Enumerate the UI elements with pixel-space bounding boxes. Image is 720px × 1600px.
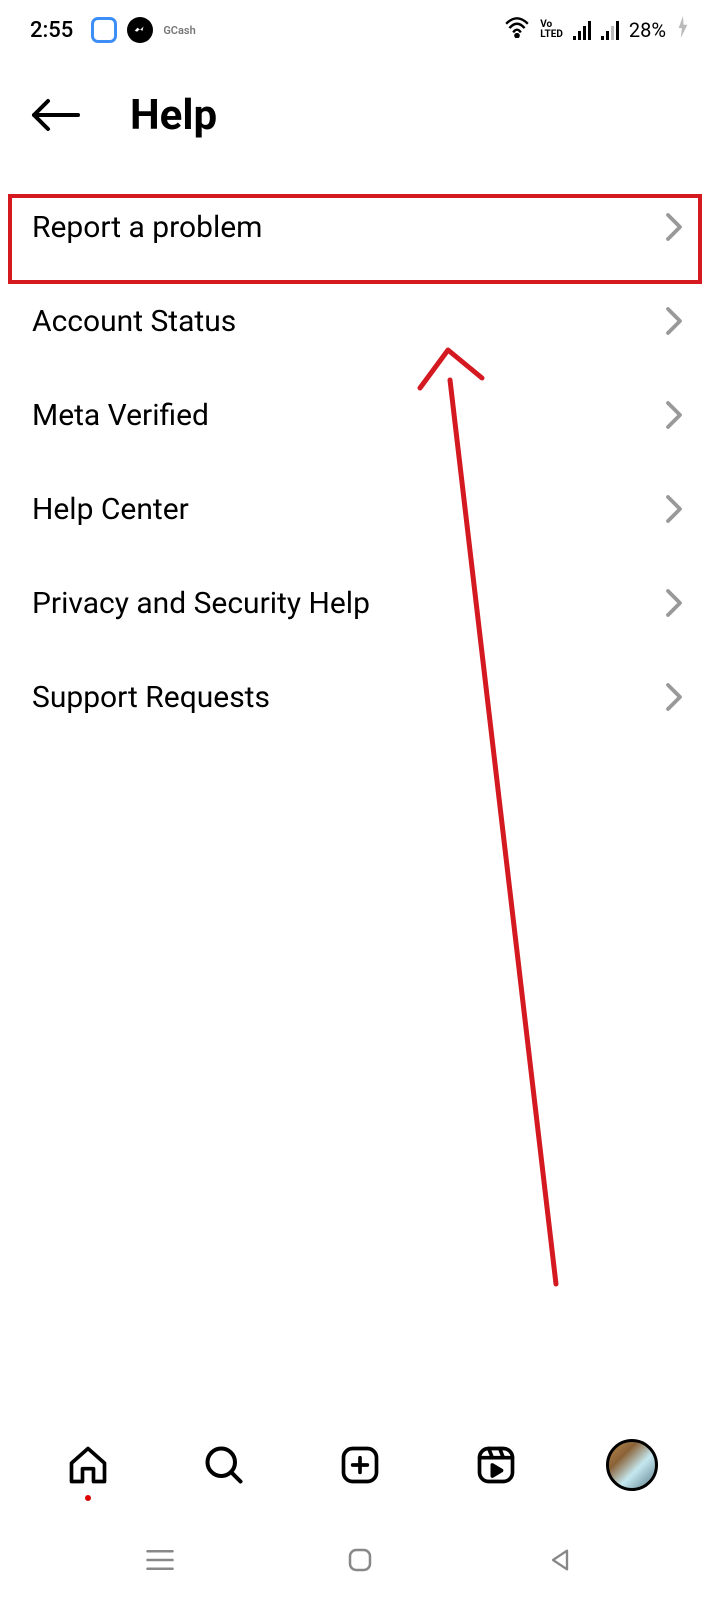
menu-item-account-status[interactable]: Account Status	[0, 274, 720, 368]
chevron-right-icon	[660, 213, 688, 241]
menu-item-label: Account Status	[32, 304, 236, 339]
gcash-label: GCash	[163, 24, 195, 37]
menu-item-label: Help Center	[32, 492, 189, 527]
status-right: Vo LTED 28%	[504, 16, 690, 44]
profile-avatar	[606, 1439, 658, 1491]
menu-item-help-center[interactable]: Help Center	[0, 462, 720, 556]
chevron-right-icon	[660, 683, 688, 711]
signal-bars-1	[573, 20, 591, 40]
nav-search[interactable]	[196, 1437, 252, 1493]
menu-item-label: Support Requests	[32, 680, 270, 715]
page-title: Help	[130, 91, 217, 140]
help-menu-list: Report a problem Account Status Meta Ver…	[0, 180, 720, 744]
chevron-right-icon	[660, 307, 688, 335]
system-navigation	[0, 1520, 720, 1600]
nav-create[interactable]	[332, 1437, 388, 1493]
chevron-right-icon	[660, 401, 688, 429]
menu-item-label: Report a problem	[32, 210, 262, 245]
nav-reels[interactable]	[468, 1437, 524, 1493]
menu-item-report-problem[interactable]: Report a problem	[0, 180, 720, 274]
chevron-right-icon	[660, 589, 688, 617]
nav-home[interactable]	[60, 1437, 116, 1493]
system-home-button[interactable]	[340, 1540, 380, 1580]
nav-profile[interactable]	[604, 1437, 660, 1493]
chevron-right-icon	[660, 495, 688, 523]
menu-item-meta-verified[interactable]: Meta Verified	[0, 368, 720, 462]
menu-item-privacy-security[interactable]: Privacy and Security Help	[0, 556, 720, 650]
status-bar: 2:55 GCash Vo LTED 28%	[0, 0, 720, 60]
battery-percentage: 28%	[629, 18, 666, 42]
messenger-icon	[127, 17, 153, 43]
status-left: 2:55 GCash	[30, 17, 196, 43]
menu-item-label: Meta Verified	[32, 398, 209, 433]
page-header: Help	[0, 60, 720, 180]
wifi-icon	[504, 16, 530, 44]
menu-item-label: Privacy and Security Help	[32, 586, 370, 621]
system-recents-button[interactable]	[140, 1540, 180, 1580]
menu-item-support-requests[interactable]: Support Requests	[0, 650, 720, 744]
system-back-button[interactable]	[540, 1540, 580, 1580]
back-button[interactable]	[30, 90, 80, 140]
volte-indicator: Vo LTED	[540, 20, 563, 40]
home-notification-dot	[85, 1495, 91, 1501]
status-time: 2:55	[30, 18, 73, 43]
signal-bars-2	[601, 20, 619, 40]
bottom-navigation	[0, 1420, 720, 1510]
charging-icon	[676, 16, 690, 44]
app-notification-icon	[91, 17, 117, 43]
